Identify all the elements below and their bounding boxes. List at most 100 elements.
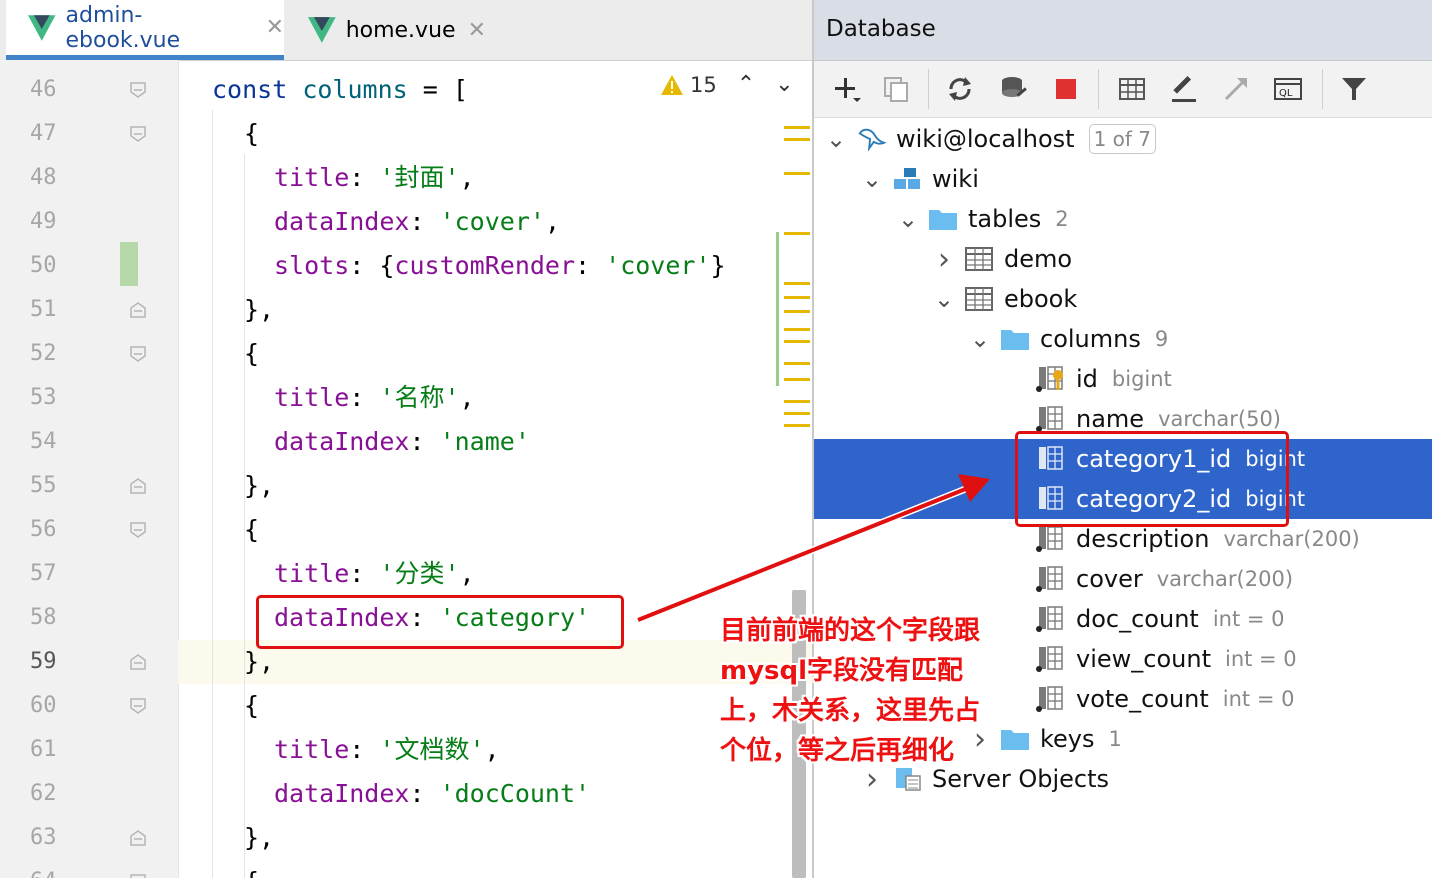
line-number: 51	[30, 297, 57, 322]
tree-node-label: columns	[1040, 325, 1141, 353]
edit-source-icon[interactable]	[1166, 71, 1202, 107]
property-token: slots	[274, 251, 350, 280]
warning-marker[interactable]	[784, 340, 810, 343]
fold-open-icon[interactable]	[129, 521, 147, 539]
code-line[interactable]: title: '名称',	[178, 376, 812, 420]
code-line[interactable]: title: '封面',	[178, 156, 812, 200]
code-token: :	[349, 163, 380, 192]
tree-node-meta: int = 0	[1222, 687, 1295, 711]
stop-icon[interactable]	[1048, 71, 1084, 107]
query-console-icon[interactable]: QL	[1270, 71, 1306, 107]
warning-marker[interactable]	[784, 424, 810, 427]
string-token: '	[444, 383, 460, 412]
fold-close-icon[interactable]	[129, 477, 147, 495]
code-line[interactable]: {	[178, 332, 812, 376]
code-line[interactable]: dataIndex: 'docCount'	[178, 772, 812, 816]
annotation-text-line: mysql字段没有匹配	[720, 656, 964, 686]
fold-open-icon[interactable]	[129, 345, 147, 363]
code-token: },	[244, 647, 275, 676]
connection-badge: 1 of 7	[1088, 124, 1157, 154]
warning-marker[interactable]	[784, 378, 810, 381]
code-line[interactable]: {	[178, 860, 812, 878]
fold-open-icon[interactable]	[129, 81, 147, 99]
chevron-down-icon[interactable]: ⌄	[824, 127, 848, 151]
warning-marker[interactable]	[784, 400, 810, 403]
chevron-right-icon[interactable]: ›	[932, 242, 956, 277]
line-number: 46	[30, 77, 57, 102]
tab-label: admin-ebook.vue	[65, 2, 181, 53]
string-token: 分类	[394, 559, 445, 588]
warning-marker[interactable]	[784, 328, 810, 331]
refresh-icon[interactable]	[942, 71, 978, 107]
duplicate-icon[interactable]	[878, 71, 914, 107]
tree-node-label: cover	[1076, 565, 1143, 593]
code-line[interactable]: title: '文档数',	[178, 728, 812, 772]
inspection-widget[interactable]: 15 ⌃ ⌄	[660, 72, 794, 97]
tree-node-columns[interactable]: ⌄ columns 9	[814, 319, 1432, 359]
code-line[interactable]: dataIndex: 'cover',	[178, 200, 812, 244]
table-editor-icon[interactable]	[1114, 71, 1150, 107]
code-line[interactable]: {	[178, 684, 812, 728]
line-number: 55	[30, 473, 57, 498]
property-token: dataIndex	[274, 779, 410, 808]
code-token: :	[409, 207, 440, 236]
tree-node-tables[interactable]: ⌄ tables 2	[814, 199, 1432, 239]
tab-admin-ebook-vue[interactable]: admin-ebook.vue ✕	[6, 0, 284, 60]
tree-node-label: doc_count	[1076, 605, 1199, 633]
warning-marker[interactable]	[784, 412, 810, 415]
tree-node-column[interactable]: id bigint	[814, 359, 1432, 399]
warning-marker[interactable]	[784, 232, 810, 235]
tree-node-table-demo[interactable]: › demo	[814, 239, 1432, 279]
code-line[interactable]: title: '分类',	[178, 552, 812, 596]
tree-node-schema[interactable]: ⌄ wiki	[814, 159, 1432, 199]
code-line[interactable]: slots: {customRender: 'cover'}	[178, 244, 812, 288]
close-tab-icon[interactable]: ✕	[468, 18, 486, 43]
code-line[interactable]: },	[178, 464, 812, 508]
schema-settings-icon[interactable]	[996, 71, 1032, 107]
code-line[interactable]: {	[178, 112, 812, 156]
warning-marker[interactable]	[784, 310, 810, 313]
folder-icon	[1000, 326, 1030, 352]
warning-marker[interactable]	[784, 138, 810, 141]
line-number-gutter[interactable]: 46 47 48 49 50 51 52 53 54 55 56 57 58 59 60 61 62 63 64	[0, 60, 179, 878]
chevron-down-icon[interactable]: ⌄	[932, 287, 956, 311]
fold-open-icon[interactable]	[129, 125, 147, 143]
code-line[interactable]: dataIndex: 'name'	[178, 420, 812, 464]
fold-close-icon[interactable]	[129, 301, 147, 319]
fold-close-icon[interactable]	[129, 829, 147, 847]
chevron-up-icon[interactable]: ⌃	[737, 72, 755, 97]
string-token: 封面	[394, 163, 445, 192]
warning-marker[interactable]	[784, 282, 810, 285]
chevron-down-icon[interactable]: ⌄	[968, 327, 992, 351]
tab-home-vue[interactable]: home.vue ✕	[286, 0, 486, 60]
tree-node-connection[interactable]: ⌄ wiki@localhost 1 of 7	[814, 119, 1432, 159]
line-number: 57	[30, 561, 57, 586]
close-tab-icon[interactable]: ✕	[266, 15, 284, 40]
string-token: 'docCount'	[439, 779, 591, 808]
warning-marker[interactable]	[784, 172, 810, 175]
fold-open-icon[interactable]	[129, 873, 147, 878]
warning-icon	[661, 74, 683, 95]
chevron-down-icon[interactable]: ⌄	[860, 167, 884, 191]
tree-node-column[interactable]: cover varchar(200)	[814, 559, 1432, 599]
property-token: dataIndex	[274, 207, 410, 236]
warning-marker[interactable]	[784, 296, 810, 299]
add-icon[interactable]	[828, 71, 864, 107]
property-token: title	[274, 559, 350, 588]
warning-marker[interactable]	[784, 362, 810, 365]
jump-to-icon[interactable]	[1218, 71, 1254, 107]
filter-icon[interactable]	[1336, 71, 1372, 107]
chevron-down-icon[interactable]: ⌄	[775, 72, 793, 97]
fold-open-icon[interactable]	[129, 697, 147, 715]
chevron-down-icon[interactable]: ⌄	[896, 207, 920, 231]
code-area[interactable]: const columns = [{title: '封面', dataIndex:…	[178, 60, 812, 878]
tree-node-label: ebook	[1004, 285, 1078, 313]
code-line[interactable]: },	[178, 816, 812, 860]
fold-close-icon[interactable]	[129, 653, 147, 671]
code-editor[interactable]: admin-ebook.vue ✕ home.vue ✕ 46 47 48 49 50 5…	[0, 0, 812, 878]
schema-icon	[892, 166, 922, 192]
code-line[interactable]: },	[178, 288, 812, 332]
code-line[interactable]: {	[178, 508, 812, 552]
tree-node-table-ebook[interactable]: ⌄ ebook	[814, 279, 1432, 319]
warning-marker[interactable]	[784, 126, 810, 129]
